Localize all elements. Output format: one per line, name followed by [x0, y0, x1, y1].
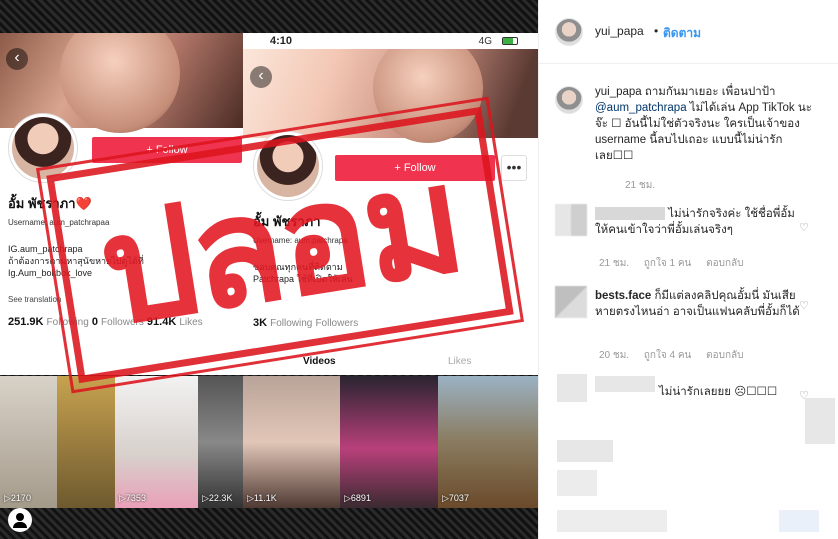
comment-text: ไม่น่ารักเลยยย ☹☐☐☐	[659, 386, 778, 398]
network-indicator: 4G	[478, 36, 492, 47]
post-image[interactable]: ‹ + Follow อั้ม พัชราภา❤️ Username: aum_…	[0, 0, 538, 539]
video-thumbnail	[57, 376, 115, 508]
blurred-content	[779, 510, 819, 532]
avatar[interactable]	[555, 86, 583, 114]
comment: bests.face ก็มีแต่ลงคลิปคุณอั้มนี่ มันเส…	[539, 282, 838, 362]
video-view-count: 11.1K	[247, 493, 277, 504]
follow-button[interactable]: ติดตาม	[663, 24, 701, 43]
more-options-icon: •••	[501, 155, 527, 181]
tagged-users-icon[interactable]	[8, 508, 32, 532]
comment-meta: 20 ชม. ถูกใจ 4 คน ตอบกลับ	[599, 348, 756, 363]
post-sidebar: yui_papa • ติดตาม yui_papa ถามกันมาเยอะ …	[538, 0, 838, 539]
comment-username-blurred[interactable]	[595, 207, 665, 221]
back-arrow-icon: ‹	[6, 48, 28, 70]
comment: ไม่น่ารักจริงค่ะ ใช้ชื่อพี่อั้มให้คนเข้า…	[539, 200, 838, 275]
profile-tabs: Videos Likes	[243, 350, 538, 375]
blurred-content	[557, 440, 613, 462]
video-thumbnail: 7353	[115, 376, 198, 508]
caption-mention-link[interactable]: @aum_patchrapa	[595, 102, 687, 114]
blurred-content	[557, 470, 597, 496]
caption-part: ถามกันมาเยอะ เพื่อนปาป้า	[641, 86, 776, 98]
comment-text: ไม่น่ารักจริงค่ะ ใช้ชื่อพี่อั้มให้คนเข้า…	[595, 206, 805, 238]
heart-icon[interactable]: ♡	[799, 300, 811, 312]
video-grid: 2170 7353 22.3K 11.1K 6891 7037	[0, 376, 538, 508]
video-thumbnail: 2170	[0, 376, 57, 508]
video-thumbnail: 7037	[438, 376, 538, 508]
reply-button[interactable]: ตอบกลับ	[706, 350, 743, 361]
comment-likes[interactable]: ถูกใจ 1 คน	[644, 258, 692, 269]
following-count: 251.9K	[8, 316, 44, 328]
battery-icon	[502, 37, 518, 45]
caption-time: 21 ชม.	[625, 180, 656, 191]
comment: ไม่น่ารักเลยยย ☹☐☐☐ ♡	[539, 372, 838, 432]
caption-username[interactable]: yui_papa	[595, 86, 642, 98]
see-translation-link: See translation	[8, 295, 62, 304]
comment-time: 21 ชม.	[599, 258, 630, 269]
blurred-content	[805, 398, 835, 444]
video-view-count: 7037	[442, 493, 469, 504]
caption-timestamp: 21 ชม.	[625, 178, 667, 193]
comment-meta: 21 ชม. ถูกใจ 1 คน ตอบกลับ	[599, 256, 756, 271]
video-view-count: 6891	[344, 493, 371, 504]
post-caption: yui_papa ถามกันมาเยอะ เพื่อนปาป้า @aum_p…	[539, 78, 838, 198]
comment-time: 20 ชม.	[599, 350, 630, 361]
caption-text: yui_papa ถามกันมาเยอะ เพื่อนปาป้า @aum_p…	[595, 84, 817, 164]
comment-username-blurred[interactable]	[595, 376, 655, 392]
comment-text: bests.face ก็มีแต่ลงคลิปคุณอั้มนี่ มันเส…	[595, 288, 805, 320]
post-author-username[interactable]: yui_papa	[595, 24, 644, 38]
comment-likes[interactable]: ถูกใจ 4 คน	[644, 350, 692, 361]
heart-icon[interactable]: ♡	[799, 222, 811, 234]
video-view-count: 7353	[119, 493, 146, 504]
video-thumbnail: 6891	[340, 376, 438, 508]
video-view-count: 2170	[4, 493, 31, 504]
phone-status-bar: 4:10 4G	[243, 33, 538, 49]
back-arrow-icon: ‹	[250, 66, 272, 88]
avatar[interactable]	[555, 204, 587, 236]
blurred-content	[557, 510, 667, 532]
tab-likes: Likes	[448, 356, 472, 367]
status-time: 4:10	[270, 35, 293, 47]
post-header: yui_papa • ติดตาม	[539, 0, 838, 64]
video-thumbnail: 11.1K	[243, 376, 340, 508]
avatar[interactable]	[555, 286, 587, 318]
separator-dot: •	[654, 24, 659, 38]
avatar[interactable]	[557, 374, 587, 402]
reply-button[interactable]: ตอบกลับ	[706, 258, 743, 269]
cover-face-image	[60, 33, 180, 133]
instagram-post-view: ‹ + Follow อั้ม พัชราภา❤️ Username: aum_…	[0, 0, 838, 539]
avatar[interactable]	[555, 18, 583, 46]
video-thumbnail: 22.3K	[198, 376, 243, 508]
tab-videos: Videos	[303, 356, 336, 367]
video-view-count: 22.3K	[202, 493, 233, 504]
comment-username[interactable]: bests.face	[595, 290, 651, 302]
